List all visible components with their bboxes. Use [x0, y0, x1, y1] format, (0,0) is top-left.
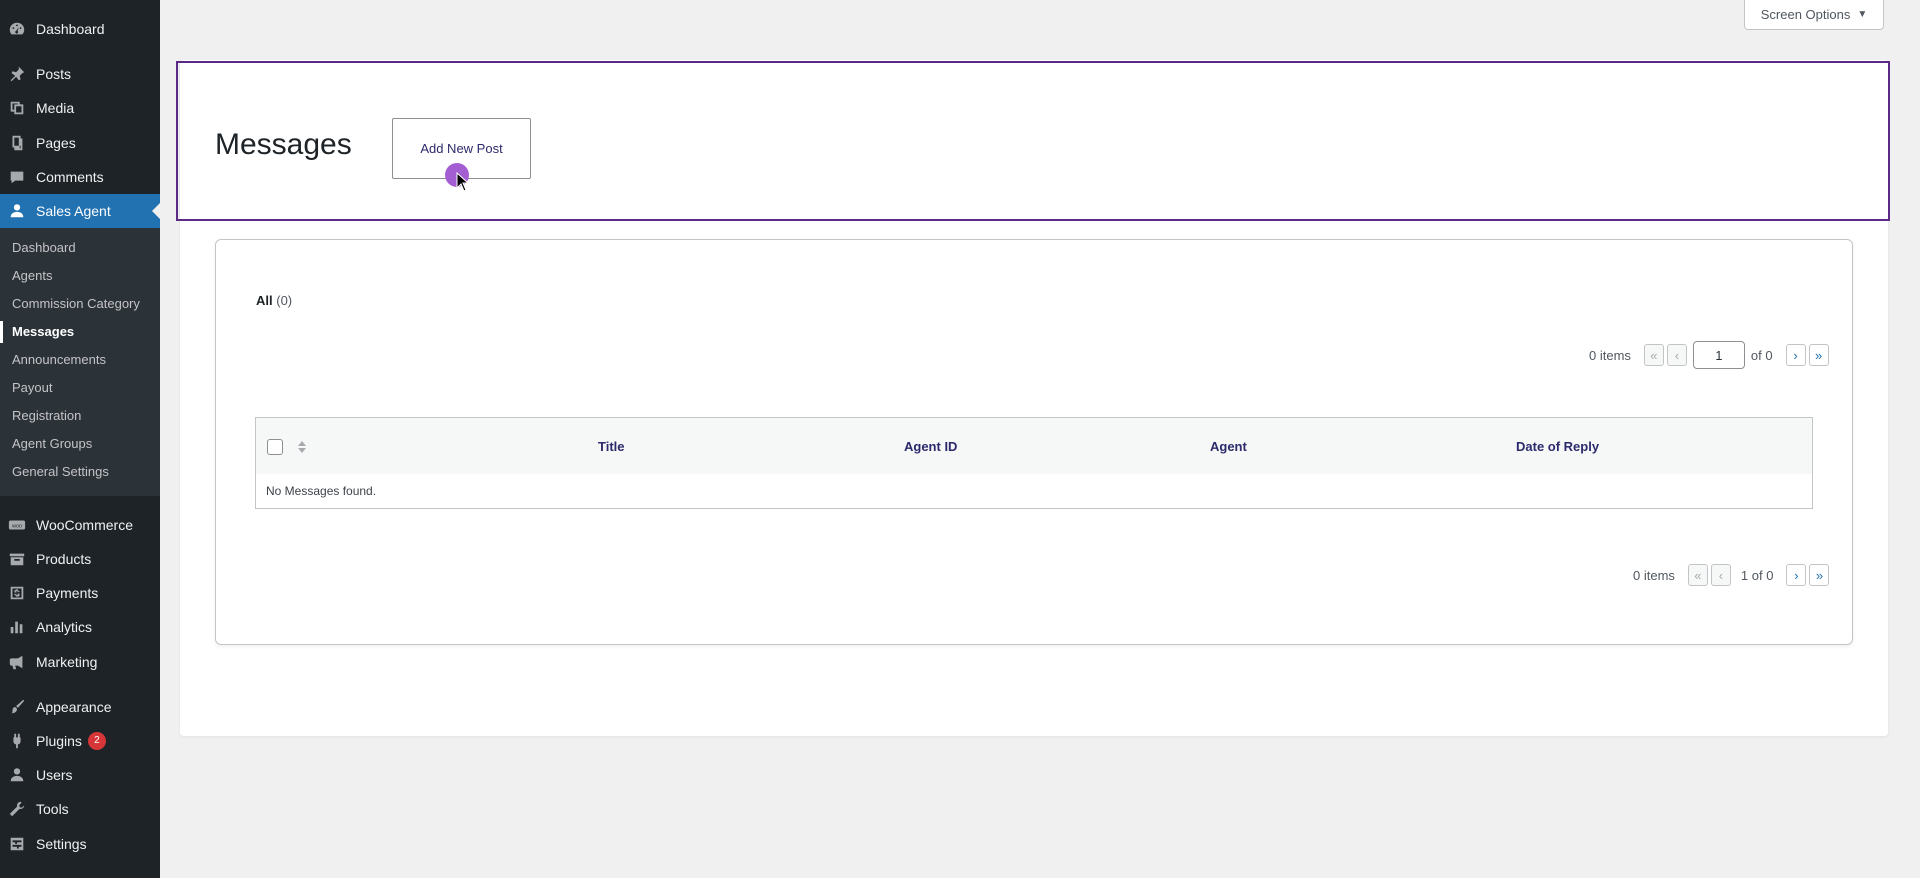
- menu-label-woocommerce: WooCommerce: [36, 517, 133, 533]
- current-page-input[interactable]: [1692, 341, 1745, 369]
- submenu-dashboard[interactable]: Dashboard: [12, 240, 76, 255]
- dashboard-icon: [7, 19, 27, 39]
- table-row: No Messages found.: [256, 474, 1812, 508]
- last-page-button[interactable]: »: [1808, 344, 1829, 366]
- pin-icon: [7, 64, 27, 84]
- pages-icon: [7, 133, 27, 153]
- plug-icon: [7, 731, 27, 751]
- user-icon: [7, 201, 27, 221]
- caret-down-icon: ▼: [1857, 9, 1868, 20]
- menu-label-comments: Comments: [36, 169, 104, 185]
- users-icon: [7, 765, 27, 785]
- megaphone-icon: [7, 652, 27, 672]
- prev-page-button: ‹: [1666, 344, 1687, 366]
- submenu-messages[interactable]: Messages: [12, 324, 74, 339]
- menu-label-plugins: Plugins: [36, 733, 82, 749]
- sort-icon[interactable]: [297, 439, 307, 455]
- submenu-agent-groups[interactable]: Agent Groups: [12, 436, 92, 451]
- chart-bar-icon: [7, 617, 27, 637]
- first-page-button: «: [1643, 344, 1664, 366]
- media-icon: [7, 98, 27, 118]
- items-count-top: 0 items: [1589, 347, 1631, 363]
- menu-label-marketing: Marketing: [36, 654, 98, 670]
- menu-item-users[interactable]: Users: [0, 758, 160, 792]
- messages-table: Title Agent ID Agent Date of Reply No Me…: [255, 417, 1813, 509]
- menu-label-posts: Posts: [36, 66, 72, 82]
- filter-all-link[interactable]: All: [256, 293, 273, 308]
- menu-item-plugins[interactable]: Plugins 2: [0, 724, 160, 758]
- pagination-bottom: 0 items « ‹ 1 of 0 › »: [1633, 564, 1830, 586]
- menu-item-comments[interactable]: Comments: [0, 160, 160, 194]
- column-header-agent[interactable]: Agent: [1210, 439, 1247, 454]
- select-all-checkbox[interactable]: [267, 439, 283, 455]
- submenu-payout[interactable]: Payout: [12, 380, 52, 395]
- menu-label-media: Media: [36, 100, 75, 116]
- settings-icon: [7, 834, 27, 854]
- total-pages-text: of 0: [1750, 347, 1773, 363]
- column-header-date-of-reply[interactable]: Date of Reply: [1516, 439, 1599, 454]
- menu-label-dashboard: Dashboard: [36, 21, 105, 37]
- pagination-top: 0 items « ‹ of 0 › »: [1589, 341, 1829, 369]
- page-info-bottom: 1 of 0: [1740, 567, 1774, 583]
- menu-label-settings: Settings: [36, 836, 87, 852]
- menu-item-media[interactable]: Media: [0, 91, 160, 125]
- menu-item-pages[interactable]: Pages: [0, 126, 160, 160]
- menu-item-sales-agent[interactable]: Sales Agent: [0, 194, 160, 228]
- current-submenu-indicator: [0, 321, 3, 343]
- screen-options-button[interactable]: Screen Options ▼: [1744, 0, 1884, 30]
- menu-item-marketing[interactable]: Marketing: [0, 645, 160, 679]
- items-count-bottom: 0 items: [1633, 567, 1675, 583]
- wrench-icon: [7, 799, 27, 819]
- column-header-agent-id[interactable]: Agent ID: [904, 439, 957, 454]
- filter-all-count: (0): [276, 293, 293, 308]
- empty-table-message: No Messages found.: [266, 484, 377, 498]
- menu-item-woocommerce[interactable]: woo WooCommerce: [0, 508, 160, 542]
- table-header-row: Title Agent ID Agent Date of Reply: [256, 418, 1812, 474]
- dollar-icon: [7, 583, 27, 603]
- menu-label-tools: Tools: [36, 801, 69, 817]
- submenu-commission-category[interactable]: Commission Category: [12, 296, 140, 311]
- submenu-general-settings[interactable]: General Settings: [12, 464, 109, 479]
- menu-item-appearance[interactable]: Appearance: [0, 690, 160, 724]
- menu-item-posts[interactable]: Posts: [0, 57, 160, 91]
- active-menu-arrow: [152, 203, 160, 219]
- menu-label-sales-agent: Sales Agent: [36, 203, 111, 219]
- last-page-button-bottom[interactable]: »: [1809, 564, 1830, 586]
- column-header-title[interactable]: Title: [598, 439, 625, 454]
- menu-label-payments: Payments: [36, 585, 99, 601]
- plugins-update-badge: 2: [87, 732, 106, 750]
- submenu-announcements[interactable]: Announcements: [12, 352, 106, 367]
- brush-icon: [7, 697, 27, 717]
- menu-label-appearance: Appearance: [36, 699, 112, 715]
- svg-text:woo: woo: [11, 523, 22, 529]
- menu-label-analytics: Analytics: [36, 619, 93, 635]
- menu-item-payments[interactable]: Payments: [0, 576, 160, 610]
- sales-agent-submenu: Dashboard Agents Commission Category Mes…: [0, 228, 160, 496]
- next-page-button[interactable]: ›: [1785, 344, 1806, 366]
- comment-icon: [7, 167, 27, 187]
- mouse-cursor-icon: [456, 172, 470, 192]
- menu-item-dashboard[interactable]: Dashboard: [0, 12, 160, 46]
- next-page-button-bottom[interactable]: ›: [1786, 564, 1807, 586]
- prev-page-button-bottom: ‹: [1710, 564, 1731, 586]
- menu-label-users: Users: [36, 767, 73, 783]
- page-title: Messages: [215, 128, 352, 161]
- submenu-agents[interactable]: Agents: [12, 268, 52, 283]
- submenu-registration[interactable]: Registration: [12, 408, 81, 423]
- menu-item-tools[interactable]: Tools: [0, 792, 160, 826]
- admin-sidebar: Dashboard Posts Media Pages Comments Sal…: [0, 0, 160, 878]
- menu-item-analytics[interactable]: Analytics: [0, 610, 160, 644]
- menu-label-products: Products: [36, 551, 92, 567]
- filter-all: All (0): [256, 293, 292, 308]
- archive-icon: [7, 549, 27, 569]
- woo-icon: woo: [7, 515, 27, 535]
- screen-options-label: Screen Options: [1760, 7, 1851, 22]
- menu-item-products[interactable]: Products: [0, 542, 160, 576]
- menu-label-pages: Pages: [36, 135, 76, 151]
- menu-item-settings[interactable]: Settings: [0, 827, 160, 861]
- first-page-button-bottom: «: [1687, 564, 1708, 586]
